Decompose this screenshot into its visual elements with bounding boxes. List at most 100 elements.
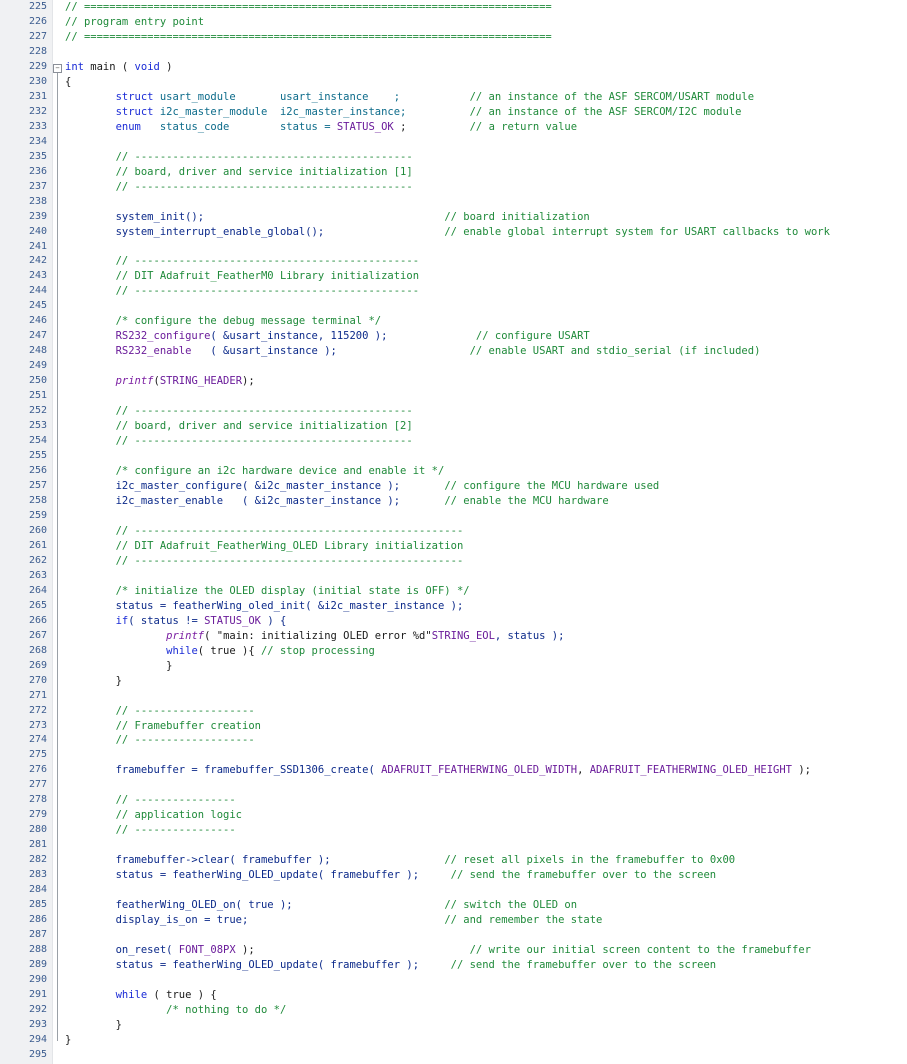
code-line[interactable]: 264 /* initialize the OLED display (init… [0,584,907,599]
code-line[interactable]: 275 [0,748,907,763]
code-line[interactable]: 266 if( status != STATUS_OK ) { [0,614,907,629]
code-line[interactable]: 281 [0,838,907,853]
code-line[interactable]: 253 // board, driver and service initial… [0,419,907,434]
code-line[interactable]: 286 display_is_on = true; // and remembe… [0,913,907,928]
code-line[interactable]: 268 while( true ){ // stop processing [0,644,907,659]
code-line[interactable]: 243 // DIT Adafruit_FeatherM0 Library in… [0,269,907,284]
code-line[interactable]: 226 // program entry point [0,15,907,30]
code-line[interactable]: 270 } [0,674,907,689]
code-line[interactable]: 241 [0,240,907,255]
code-line[interactable]: 245 [0,299,907,314]
code-line[interactable]: 236 // board, driver and service initial… [0,165,907,180]
code-lines[interactable]: 225 // ==================================… [0,0,907,1063]
code-line[interactable]: 295 [0,1048,907,1063]
code-line[interactable]: 255 [0,449,907,464]
code-line[interactable]: 290 [0,973,907,988]
code-text: enum status_code status = STATUS_OK ; //… [65,120,578,135]
code-line[interactable]: 274 // ------------------- [0,733,907,748]
code-line[interactable]: 229− int main ( void ) [0,60,907,75]
code-editor[interactable]: 225 // ==================================… [0,0,907,1064]
code-line[interactable]: 251 [0,389,907,404]
code-line[interactable]: 259 [0,509,907,524]
code-line[interactable]: 254 // ---------------------------------… [0,434,907,449]
code-line[interactable]: 238 [0,195,907,210]
code-line[interactable]: 258 i2c_master_enable ( &i2c_master_inst… [0,494,907,509]
code-text: status = featherWing_OLED_update( frameb… [65,868,717,883]
code-line[interactable]: 231 struct usart_module usart_instance ;… [0,90,907,105]
code-line[interactable]: 256 /* configure an i2c hardware device … [0,464,907,479]
fold-toggle-icon[interactable]: − [53,63,62,73]
code-line[interactable]: 279 // application logic [0,808,907,823]
code-line[interactable]: 278 // ---------------- [0,793,907,808]
code-line[interactable]: 261 // DIT Adafruit_FeatherWing_OLED Lib… [0,539,907,554]
code-line[interactable]: 288 on_reset( FONT_08PX ); // write our … [0,943,907,958]
code-line[interactable]: 265 status = featherWing_oled_init( &i2c… [0,599,907,614]
code-line[interactable]: 244 // ---------------------------------… [0,284,907,299]
code-line[interactable]: 252 // ---------------------------------… [0,404,907,419]
code-line[interactable]: 283 status = featherWing_OLED_update( fr… [0,868,907,883]
code-line[interactable]: 269 } [0,659,907,674]
code-line[interactable]: 263 [0,569,907,584]
code-line[interactable]: 237 // ---------------------------------… [0,180,907,195]
line-number: 235 [28,150,47,162]
code-line[interactable]: 225 // ==================================… [0,0,907,15]
line-number: 285 [28,899,47,911]
code-line[interactable]: 273 // Framebuffer creation [0,719,907,734]
code-line[interactable]: 235 // ---------------------------------… [0,150,907,165]
code-line[interactable]: 282 framebuffer->clear( framebuffer ); /… [0,853,907,868]
code-line[interactable]: 232 struct i2c_master_module i2c_master_… [0,105,907,120]
code-line[interactable]: 289 status = featherWing_OLED_update( fr… [0,958,907,973]
code-line[interactable]: 285 featherWing_OLED_on( true ); // swit… [0,898,907,913]
code-line[interactable]: 272 // ------------------- [0,704,907,719]
code-line[interactable]: 228 [0,45,907,60]
code-line[interactable]: 276 framebuffer = framebuffer_SSD1306_cr… [0,763,907,778]
code-line[interactable]: 294} [0,1033,907,1048]
code-line[interactable]: 287 [0,928,907,943]
code-line[interactable]: 291 while ( true ) { [0,988,907,1003]
line-number: 228 [28,45,47,57]
code-line[interactable]: 239 system_init(); // board initializati… [0,210,907,225]
code-line[interactable]: 227 // ==================================… [0,30,907,45]
line-number: 284 [28,884,47,896]
code-line[interactable]: 277 [0,778,907,793]
line-number: 242 [28,255,47,267]
code-line[interactable]: 246 /* configure the debug message termi… [0,314,907,329]
code-text: printf(STRING_HEADER); [65,374,255,389]
code-line[interactable]: 234 [0,135,907,150]
code-line[interactable]: 260 // ---------------------------------… [0,524,907,539]
code-token: // board, driver and service initializat… [115,420,413,433]
code-line[interactable]: 240 system_interrupt_enable_global(); //… [0,225,907,240]
code-line[interactable]: 292 /* nothing to do */ [0,1003,907,1018]
line-number: 260 [28,524,47,536]
code-line[interactable]: 262 // ---------------------------------… [0,554,907,569]
code-token: // and remember the state [444,914,603,927]
code-line[interactable]: 250 printf(STRING_HEADER); [0,374,907,389]
code-text: /* configure the debug message terminal … [65,314,382,329]
code-text: // board, driver and service initializat… [65,165,413,180]
code-token: ADAFRUIT_FEATHERWING_OLED_WIDTH [381,764,578,777]
code-line[interactable]: 242 // ---------------------------------… [0,254,907,269]
line-number: 273 [28,719,47,731]
line-number: 286 [28,914,47,926]
code-line[interactable]: 284 [0,883,907,898]
code-line[interactable]: 271 [0,689,907,704]
code-line[interactable]: 233 enum status_code status = STATUS_OK … [0,120,907,135]
code-line[interactable]: 280 // ---------------- [0,823,907,838]
code-text: printf( "main: initializing OLED error %… [65,629,564,644]
line-number: 287 [28,929,47,941]
code-line[interactable]: 248 RS232_enable ( &usart_instance ); //… [0,344,907,359]
code-line[interactable]: 257 i2c_master_configure( &i2c_master_in… [0,479,907,494]
code-line[interactable]: 293 } [0,1018,907,1033]
code-line[interactable]: 230 { [0,75,907,90]
code-line[interactable]: 247 RS232_configure( &usart_instance, 11… [0,329,907,344]
line-number: 262 [28,554,47,566]
code-line[interactable]: 249 [0,359,907,374]
code-line[interactable]: 267 printf( "main: initializing OLED err… [0,629,907,644]
